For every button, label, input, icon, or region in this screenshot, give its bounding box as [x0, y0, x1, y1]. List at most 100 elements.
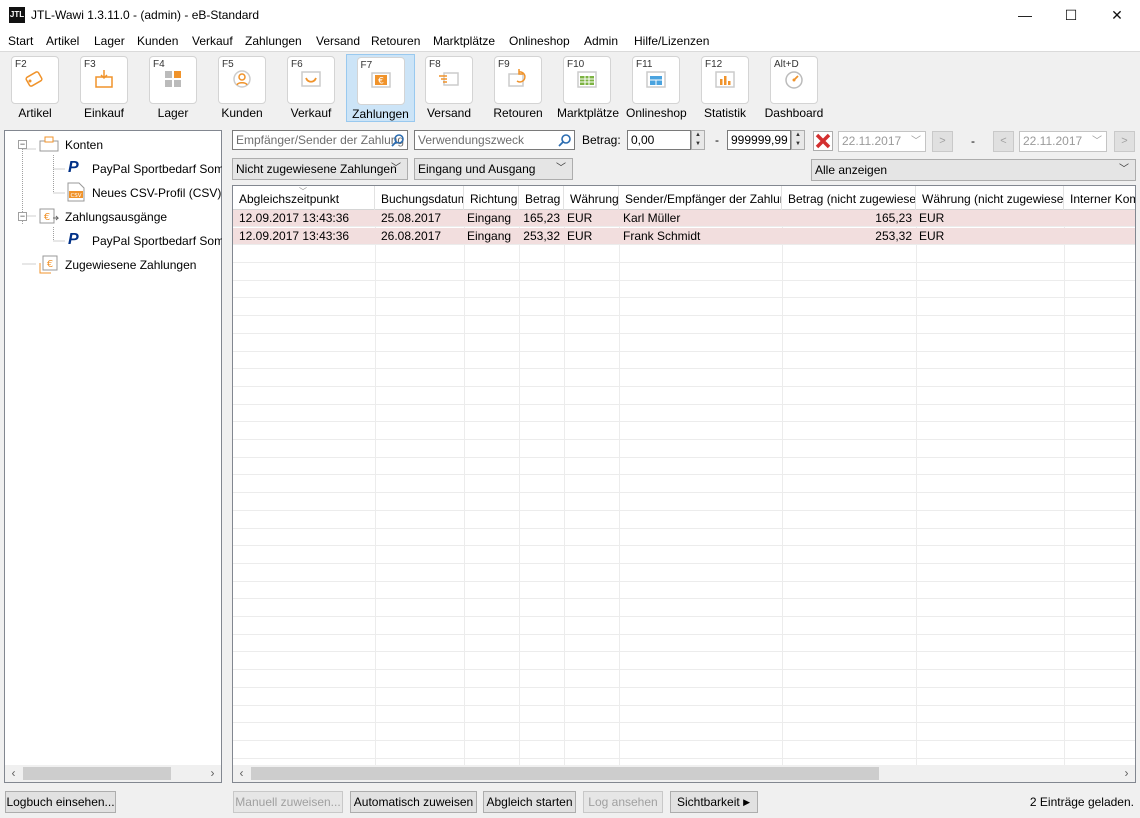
- menu-verkauf[interactable]: Verkauf: [192, 34, 233, 48]
- menu-start[interactable]: Start: [8, 34, 33, 48]
- col-betrag[interactable]: Betrag: [519, 186, 564, 210]
- menu-retouren[interactable]: Retouren: [371, 34, 420, 48]
- tree-horizontal-scrollbar[interactable]: ‹ ›: [5, 765, 221, 782]
- tree-zugewiesene-zahlungen[interactable]: Zugewiesene Zahlungen: [65, 258, 196, 272]
- scroll-left-arrow-icon[interactable]: ‹: [233, 765, 250, 782]
- view-log-button[interactable]: Log ansehen: [583, 791, 663, 813]
- empty-row: [233, 335, 1135, 352]
- csv-file-icon: CSV: [67, 182, 85, 202]
- toolbar-versand-button[interactable]: F8 Versand: [419, 54, 479, 122]
- visibility-button[interactable]: Sichtbarkeit ▶: [670, 791, 758, 813]
- purpose-search-input[interactable]: Verwendungszweck: [414, 130, 575, 150]
- tree-paypal-ausgaenge[interactable]: PayPal Sportbedarf Sommer: [92, 234, 222, 248]
- ausgaenge-collapse-toggle[interactable]: −: [18, 212, 27, 221]
- col-sender-empfaenger[interactable]: Sender/Empfänger der Zahlung: [619, 186, 782, 210]
- toolbar-retouren-button[interactable]: F9 Retouren: [488, 54, 548, 122]
- direction-filter-select[interactable]: Eingang und Ausgang ﹀: [414, 158, 573, 180]
- col-waehrung-nicht-zugewiesen[interactable]: Währung (nicht zugewiesen): [916, 186, 1064, 210]
- col-richtung[interactable]: Richtung: [464, 186, 519, 210]
- konten-collapse-toggle[interactable]: −: [18, 140, 27, 149]
- empty-row: [233, 246, 1135, 263]
- menu-zahlungen[interactable]: Zahlungen: [245, 34, 302, 48]
- toolbar-artikel-button[interactable]: F2 Artikel: [5, 54, 65, 122]
- sender-search-input[interactable]: Empfänger/Sender der Zahlung: [232, 130, 408, 150]
- col-waehrung[interactable]: Währung: [564, 186, 619, 210]
- date-next-button[interactable]: >: [932, 131, 953, 152]
- date-to-next-button[interactable]: >: [1114, 131, 1135, 152]
- paypal-icon: P: [68, 159, 79, 176]
- payments-grid: Abgleichszeitpunkt ﹀ Buchungsdatum Richt…: [232, 185, 1136, 783]
- toolbar-marktplaetze-button[interactable]: F10 Marktplätze: [557, 54, 619, 122]
- tree-zahlungsausgaenge[interactable]: Zahlungsausgänge: [65, 210, 167, 224]
- toolbar-einkauf-button[interactable]: F3 Einkauf: [74, 54, 134, 122]
- tag-icon: F2: [11, 56, 59, 104]
- euro-payment-icon: F7 €: [356, 57, 405, 105]
- amount-from-spinner[interactable]: ▲ ▼: [691, 130, 705, 150]
- scroll-right-arrow-icon[interactable]: ›: [204, 765, 221, 782]
- amount-from-input[interactable]: 0,00: [627, 130, 691, 150]
- col-buchungsdatum[interactable]: Buchungsdatum: [375, 186, 464, 210]
- sort-arrow-icon: ﹀: [299, 187, 307, 196]
- toolbar-verkauf-button[interactable]: F6 Verkauf: [281, 54, 341, 122]
- toolbar-dashboard-button[interactable]: Alt+D Dashboard: [764, 54, 824, 122]
- col-betrag-nicht-zugewiesen[interactable]: Betrag (nicht zugewiesen): [782, 186, 916, 210]
- jtl-logo-icon: JTL: [9, 7, 25, 23]
- scroll-thumb[interactable]: [251, 767, 879, 780]
- scroll-thumb[interactable]: [23, 767, 171, 780]
- manual-assign-button[interactable]: Manuell zuweisen...: [233, 791, 343, 813]
- scroll-left-arrow-icon[interactable]: ‹: [5, 765, 22, 782]
- logbook-button[interactable]: Logbuch einsehen...: [5, 791, 116, 813]
- date-prev-button[interactable]: <: [993, 131, 1014, 152]
- col-interner-kommentar[interactable]: Interner Komm: [1064, 186, 1135, 210]
- menu-lager[interactable]: Lager: [94, 34, 125, 48]
- svg-text:€: €: [44, 212, 50, 223]
- tree-paypal-konten[interactable]: PayPal Sportbedarf Sommer: [92, 162, 222, 176]
- toolbar-kunden-button[interactable]: F5 Kunden: [212, 54, 272, 122]
- red-x-icon: [815, 133, 831, 149]
- amount-to-spinner[interactable]: ▲ ▼: [791, 130, 805, 150]
- tree-csv-profile[interactable]: Neues CSV-Profil (CSV): [92, 186, 221, 200]
- table-row[interactable]: 12.09.2017 13:43:36 25.08.2017 Eingang 1…: [233, 210, 1135, 227]
- module-toolbar: F2 Artikel F3 Einkauf F4 Lager F5 Kunden…: [0, 52, 1140, 124]
- date-to-field[interactable]: 22.11.2017 ﹀: [1019, 131, 1107, 152]
- table-row[interactable]: 12.09.2017 13:43:36 26.08.2017 Eingang 2…: [233, 228, 1135, 245]
- show-filter-select[interactable]: Alle anzeigen ﹀: [811, 159, 1136, 181]
- menu-marktplaetze[interactable]: Marktplätze: [433, 34, 495, 48]
- menu-versand[interactable]: Versand: [316, 34, 360, 48]
- empty-row: [233, 352, 1135, 370]
- amount-to-input[interactable]: 999999,99: [727, 130, 791, 150]
- toolbar-onlineshop-button[interactable]: F11 Onlineshop: [626, 54, 687, 122]
- tree-konten[interactable]: Konten: [65, 138, 103, 152]
- warehouse-icon: F4: [149, 56, 197, 104]
- maximize-button[interactable]: ☐: [1048, 0, 1094, 31]
- start-matching-button[interactable]: Abgleich starten: [483, 791, 576, 813]
- triangle-right-icon: ▶: [743, 797, 750, 807]
- toolbar-statistik-button[interactable]: F12 Statistik: [695, 54, 755, 122]
- svg-text:€: €: [47, 259, 53, 270]
- empty-row: [233, 635, 1135, 653]
- window-title: JTL-Wawi 1.3.11.0 - (admin) - eB-Standar…: [31, 8, 260, 22]
- empty-row: [233, 476, 1135, 494]
- menu-onlineshop[interactable]: Onlineshop: [509, 34, 570, 48]
- grid-horizontal-scrollbar[interactable]: ‹ ›: [233, 765, 1135, 782]
- minimize-button[interactable]: —: [1002, 0, 1048, 31]
- toolbar-zahlungen-button[interactable]: F7 € Zahlungen: [346, 54, 415, 122]
- close-button[interactable]: ✕: [1094, 0, 1140, 31]
- empty-row: [233, 565, 1135, 582]
- grid-header: Abgleichszeitpunkt ﹀ Buchungsdatum Richt…: [233, 186, 1135, 210]
- menu-hilfe-lizenzen[interactable]: Hilfe/Lizenzen: [634, 34, 709, 48]
- auto-assign-button[interactable]: Automatisch zuweisen: [350, 791, 477, 813]
- clear-filter-button[interactable]: [813, 131, 833, 151]
- date-from-field[interactable]: 22.11.2017 ﹀: [838, 131, 926, 152]
- menu-artikel[interactable]: Artikel: [46, 34, 79, 48]
- menu-kunden[interactable]: Kunden: [137, 34, 178, 48]
- empty-row: [233, 370, 1135, 387]
- menu-admin[interactable]: Admin: [584, 34, 618, 48]
- toolbar-lager-button[interactable]: F4 Lager: [143, 54, 203, 122]
- paypal-icon: P: [68, 231, 79, 248]
- empty-row: [233, 653, 1135, 671]
- scroll-right-arrow-icon[interactable]: ›: [1118, 765, 1135, 782]
- empty-row: [233, 423, 1135, 440]
- assignment-filter-select[interactable]: Nicht zugewiesene Zahlungen ﹀: [232, 158, 408, 180]
- euro-assigned-icon: €: [39, 255, 58, 274]
